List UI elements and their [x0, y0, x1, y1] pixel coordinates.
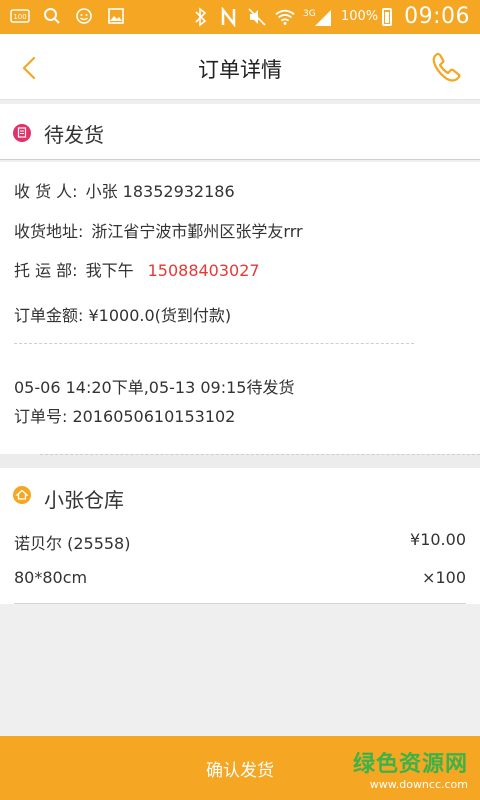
status-right-icons: 3G 100% 09:06: [191, 4, 470, 29]
carrier-row: 托 运 部: 我下午 15088403027: [14, 257, 260, 281]
page-title: 订单详情: [198, 58, 282, 82]
nfc-icon: [219, 6, 239, 27]
call-button[interactable]: [428, 48, 466, 86]
dashed-divider: [40, 454, 480, 455]
address-row: 收货地址: 浙江省宁波市鄞州区张学友rrr: [14, 218, 303, 242]
carrier-label: 托 运 部:: [14, 261, 78, 280]
item-name-row: 诺贝尔 (25558) ¥10.00: [14, 530, 466, 554]
home-icon: [13, 486, 31, 504]
face-icon: [74, 6, 94, 26]
bottom-action-bar: 确认发货 绿色资源网 www.downcc.com: [0, 736, 480, 800]
order-info-card: 收 货 人: 小张 18352932186 收货地址: 浙江省宁波市鄞州区张学友rr…: [0, 162, 480, 454]
wifi-icon: [275, 7, 295, 27]
order-status-section: 待发货: [0, 104, 480, 160]
title-bar: 订单详情: [0, 34, 480, 100]
watermark-title: 绿色资源网: [352, 752, 468, 777]
battery-icon: [382, 7, 393, 26]
item-name: 诺贝尔 (25558): [14, 534, 131, 553]
receiver-label: 收 货 人:: [14, 182, 78, 201]
dashed-divider: [14, 343, 414, 344]
status-left-icons: 100: [10, 6, 126, 26]
phone-icon: [432, 52, 461, 82]
document-icon: [13, 124, 31, 142]
warehouse-name: 小张仓库: [44, 488, 124, 512]
address-label: 收货地址:: [14, 222, 84, 241]
order-number: 订单号: 2016050610153102: [14, 407, 236, 426]
item-spec-row: 80*80cm ×100: [14, 568, 466, 587]
battery-percent: 100%: [340, 9, 379, 24]
address-value: 浙江省宁波市鄞州区张学友rrr: [91, 222, 303, 241]
receiver-value: 小张 18352932186: [85, 182, 235, 201]
carrier-phone-link[interactable]: 15088403027: [148, 261, 260, 280]
carrier-value: 我下午: [85, 261, 134, 280]
svg-text:3G: 3G: [303, 9, 316, 19]
receiver-row: 收 货 人: 小张 18352932186: [14, 178, 235, 202]
item-spec: 80*80cm: [14, 568, 88, 587]
status-bar: 100 3G 100% 09:06: [0, 0, 480, 34]
item-price: ¥10.00: [410, 530, 466, 549]
order-timeline: 05-06 14:20下单,05-13 09:15待发货: [14, 378, 295, 397]
watermark-url: www.downcc.com: [369, 778, 468, 791]
section-gap: [0, 454, 480, 468]
warehouse-card: 小张仓库 诺贝尔 (25558) ¥10.00 80*80cm ×100: [0, 468, 480, 604]
mute-icon: [247, 7, 267, 27]
battery-indicator: 100%: [340, 7, 393, 26]
watermark: 绿色资源网 www.downcc.com: [353, 746, 468, 791]
order-status-label: 待发货: [44, 123, 104, 147]
order-amount: 订单金额: ¥1000.0(货到付款): [14, 306, 232, 325]
item-quantity: ×100: [422, 568, 466, 587]
signal-icon: 3G: [303, 7, 333, 27]
svg-text:100: 100: [13, 13, 26, 21]
search-icon: [42, 6, 62, 26]
bluetooth-icon: [191, 6, 211, 27]
notification-100-icon: 100: [10, 6, 30, 26]
divider: [14, 603, 466, 604]
clock: 09:06: [404, 4, 470, 29]
gallery-icon: [106, 6, 126, 26]
